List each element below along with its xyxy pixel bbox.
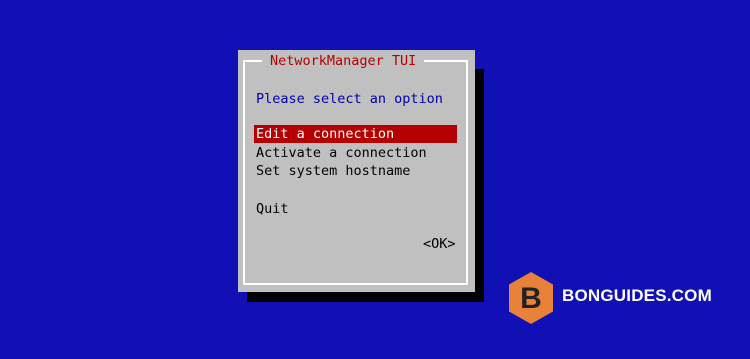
bonguides-logo-icon: B xyxy=(509,272,553,324)
nmtui-dialog: NetworkManager TUI Please select an opti… xyxy=(238,50,475,292)
watermark-text: BONGUIDES.COM xyxy=(562,286,712,305)
menu-item-set-hostname[interactable]: Set system hostname xyxy=(254,162,457,180)
ok-button[interactable]: <OK> xyxy=(423,235,456,253)
select-option-prompt: Please select an option xyxy=(256,91,443,107)
logo-letter: B xyxy=(520,282,542,315)
terminal-screen: NetworkManager TUI Please select an opti… xyxy=(0,0,750,359)
menu-item-edit-connection[interactable]: Edit a connection xyxy=(254,125,457,143)
menu-item-quit[interactable]: Quit xyxy=(254,200,457,218)
bonguides-watermark: B BONGUIDES.COM xyxy=(506,270,712,326)
dialog-title: NetworkManager TUI xyxy=(262,51,425,71)
menu-item-activate-connection[interactable]: Activate a connection xyxy=(254,144,457,162)
